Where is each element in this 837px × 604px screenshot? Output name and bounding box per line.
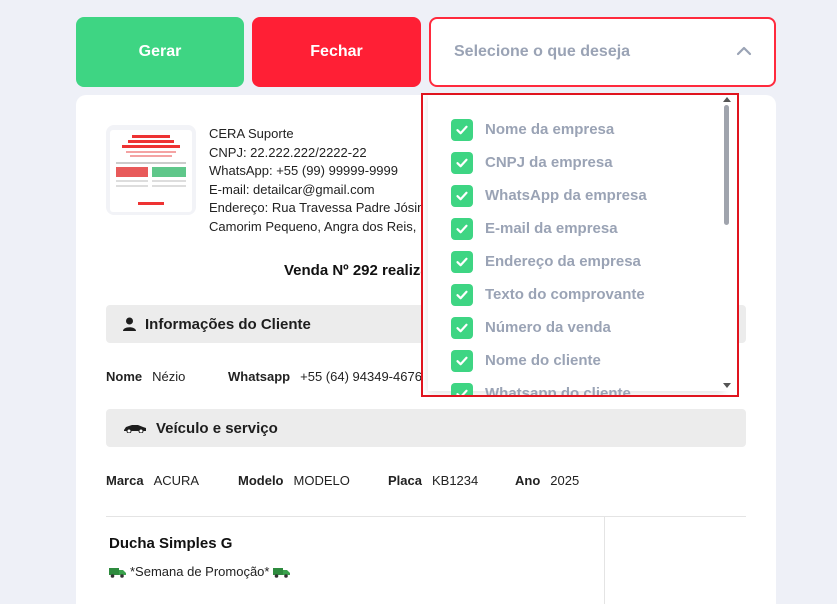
checkbox-checked-icon[interactable] [451, 349, 473, 372]
company-whatsapp: WhatsApp: +55 (99) 99999-9999 [209, 163, 398, 178]
option-label: Whatsapp do cliente [485, 385, 631, 397]
vehicle-year-row: Ano 2025 [515, 473, 579, 488]
dropdown-scrollbar[interactable] [721, 95, 733, 391]
company-email: E-mail: detailcar@gmail.com [209, 181, 375, 197]
service-description-text: *Semana de Promoção* [130, 564, 270, 579]
option-item[interactable]: E-mail da empresa [451, 212, 647, 245]
vehicle-brand-label: Marca [106, 473, 144, 488]
client-section-title: Informações do Cliente [145, 315, 311, 333]
company-address: Endereço: Rua Travessa Padre Jósimo [209, 200, 424, 215]
company-city: Camorim Pequeno, Angra dos Reis, RJ [209, 218, 424, 234]
client-name-value: Nézio [152, 369, 186, 384]
options-list-panel: Nome da empresa CNPJ da empresa WhatsApp d… [428, 95, 724, 395]
vehicle-year-value: 2025 [550, 473, 580, 488]
car-icon [124, 425, 146, 433]
scroll-down-arrow-icon[interactable] [723, 383, 731, 388]
company-name: CERA Suporte [209, 126, 294, 141]
divider [106, 516, 746, 517]
option-label: E-mail da empresa [485, 220, 618, 237]
client-name-row: Nome Nézio [106, 369, 185, 384]
divider [604, 517, 605, 604]
select-placeholder: Selecione o que deseja [454, 43, 631, 60]
client-whatsapp-row: Whatsapp +55 (64) 94349-4676 [228, 369, 424, 384]
checkbox-checked-icon[interactable] [451, 217, 473, 240]
truck-icon [109, 567, 126, 578]
truck-icon [273, 567, 291, 578]
company-cnpj: CNPJ: 22.222.222/2222-22 [209, 144, 367, 160]
service-description: *Semana de Promoção* [109, 564, 291, 579]
vehicle-brand-row: Marca ACURA [106, 473, 199, 488]
gerar-button[interactable]: Gerar [76, 17, 244, 87]
vehicle-plate-value: KB1234 [431, 473, 479, 488]
vehicle-year-label: Ano [515, 473, 541, 488]
vehicle-model-value: MODELO [293, 473, 350, 488]
option-item[interactable]: Número da venda [451, 311, 647, 344]
scrollbar-thumb[interactable] [724, 105, 729, 225]
option-item[interactable]: Nome da empresa [451, 113, 647, 146]
company-info: CERA Suporte CNPJ: 22.222.222/2222-22 Wh… [209, 125, 424, 236]
option-label: Texto do comprovante [485, 286, 645, 303]
checkbox-checked-icon[interactable] [451, 382, 473, 395]
sale-title: Venda Nº 292 realiza [284, 262, 429, 279]
user-icon [123, 317, 136, 331]
options-dropdown: Nome da empresa CNPJ da empresa WhatsApp d… [421, 93, 739, 397]
option-item[interactable]: Texto do comprovante [451, 278, 647, 311]
option-label: Nome do cliente [485, 352, 601, 369]
vehicle-model-label: Modelo [238, 473, 284, 488]
checkbox-checked-icon[interactable] [451, 250, 473, 273]
client-whatsapp-label: Whatsapp [228, 369, 291, 384]
checkbox-checked-icon[interactable] [451, 118, 473, 141]
options-select[interactable]: Selecione o que deseja [429, 17, 776, 87]
vehicle-section-title: Veículo e serviço [156, 419, 278, 437]
client-name-label: Nome [106, 369, 143, 384]
fechar-button[interactable]: Fechar [252, 17, 421, 87]
checkbox-checked-icon[interactable] [451, 151, 473, 174]
option-item[interactable]: Nome do cliente [451, 344, 647, 377]
checkbox-checked-icon[interactable] [451, 184, 473, 207]
checkbox-checked-icon[interactable] [451, 283, 473, 306]
vehicle-plate-label: Placa [388, 473, 422, 488]
option-label: Número da venda [485, 319, 611, 336]
client-whatsapp-value: +55 (64) 94349-4676 [300, 369, 422, 384]
company-logo [106, 125, 196, 215]
option-item[interactable]: Endereço da empresa [451, 245, 647, 278]
option-item[interactable]: WhatsApp da empresa [451, 179, 647, 212]
vehicle-brand-value: ACURA [153, 473, 200, 488]
option-item[interactable]: Whatsapp do cliente [451, 377, 647, 397]
service-name: Ducha Simples G [109, 535, 233, 552]
vehicle-model-row: Modelo MODELO [238, 473, 350, 488]
checkbox-checked-icon[interactable] [451, 316, 473, 339]
option-label: CNPJ da empresa [485, 154, 613, 171]
option-label: Endereço da empresa [485, 253, 641, 270]
chevron-up-icon[interactable] [736, 43, 752, 59]
option-label: WhatsApp da empresa [485, 187, 647, 204]
options-list: Nome da empresa CNPJ da empresa WhatsApp d… [451, 113, 647, 397]
scroll-up-arrow-icon[interactable] [723, 97, 731, 102]
vehicle-section-header: Veículo e serviço [106, 409, 746, 447]
option-item[interactable]: CNPJ da empresa [451, 146, 647, 179]
vehicle-plate-row: Placa KB1234 [388, 473, 478, 488]
option-label: Nome da empresa [485, 121, 615, 138]
